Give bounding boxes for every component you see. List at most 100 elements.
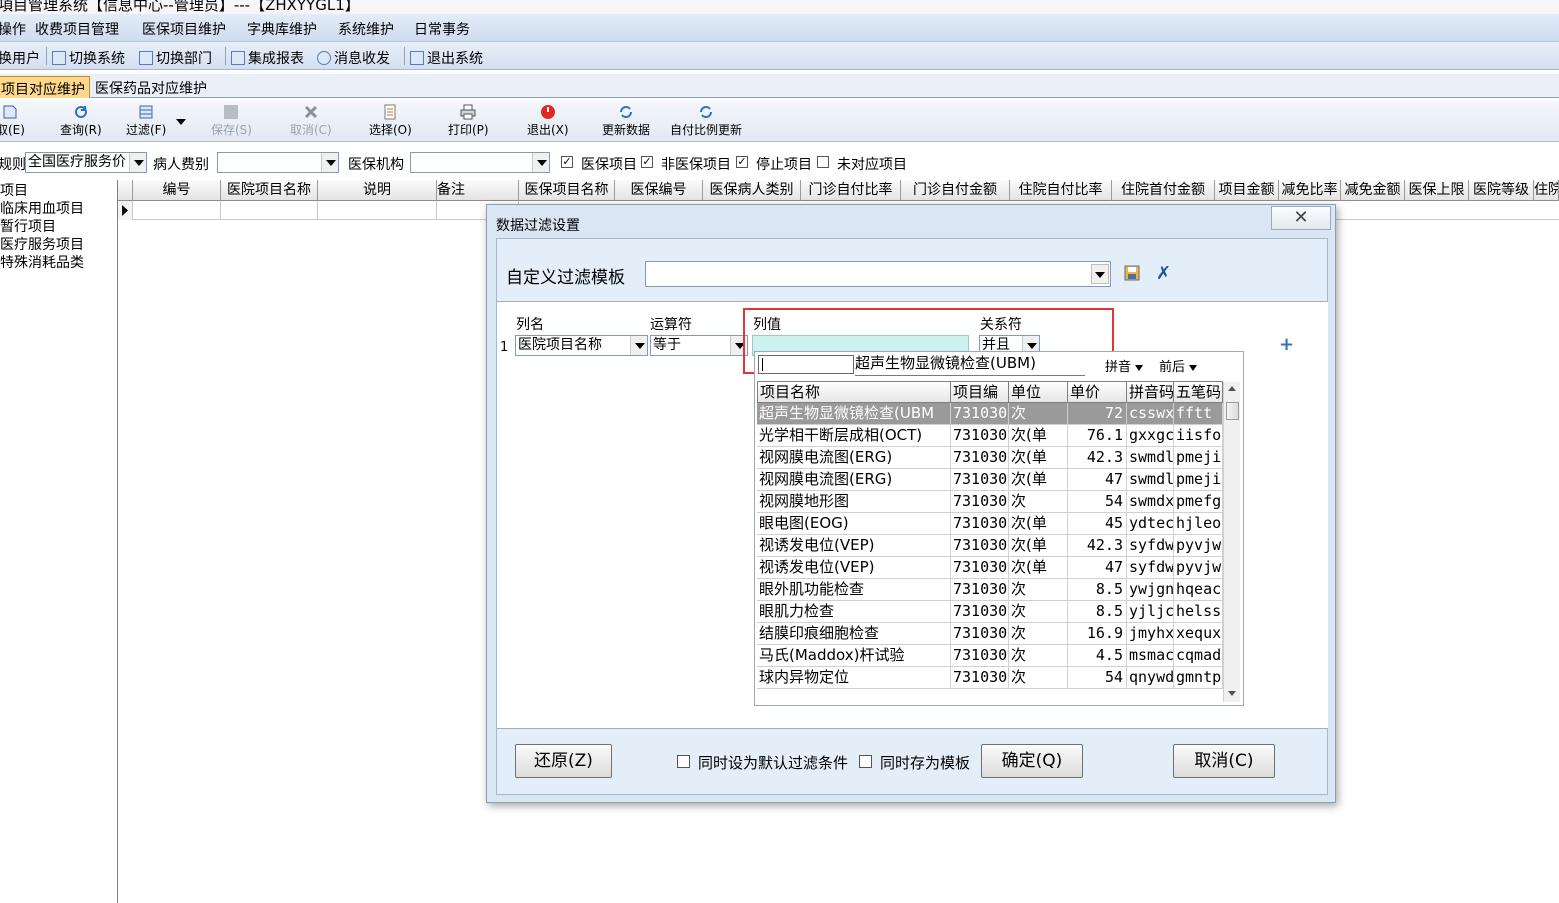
lookup-row[interactable]: 光学相干断层成相(OCT) 731030 次(单 76.1 gxxgc iisfo [757,425,1223,447]
table-cell[interactable] [221,201,318,220]
menu-insurance-items[interactable]: 医保项目维护 [142,19,226,39]
lookup-row[interactable]: 眼电图(EOG) 731030 次(单 45 ydtec hjleo [757,513,1223,535]
column-header[interactable]: 住院自付比率 [1010,180,1112,201]
column-header[interactable]: 项目金额 [1215,180,1279,201]
delete-template-icon[interactable]: ✗ [1156,263,1171,284]
menu-system[interactable]: 系统维护 [338,19,394,39]
menu-dictionary[interactable]: 字典库维护 [247,19,317,39]
column-header[interactable]: 住院 [1534,180,1559,201]
table-cell[interactable] [318,201,437,220]
exit-system-button[interactable]: 退出系统 [410,48,483,68]
cancel-dialog-button[interactable]: 取消(C) [1173,744,1275,778]
close-button[interactable]: ✕ [1271,206,1331,230]
lookup-cell: pmeji [1174,447,1223,469]
patient-fee-select[interactable] [217,152,339,173]
select-button[interactable]: 选择(O) [369,104,412,138]
insurance-org-select[interactable] [410,152,550,173]
save-button[interactable]: 保存(S) [211,104,252,138]
insured-checkbox[interactable]: ✓ [561,156,573,168]
menu-daily[interactable]: 日常事务 [414,19,470,39]
ok-button[interactable]: 确定(Q) [981,744,1083,778]
column-header[interactable]: 备注 [437,180,519,201]
lookup-row[interactable]: 视网膜电流图(ERG) 731030 次(单 47 swmdl pmeji [757,469,1223,491]
rule-select[interactable]: 全国医疗服务价 [25,152,147,173]
fetch-button[interactable]: 取(E) [0,104,25,138]
column-header[interactable]: 门诊自付金额 [901,180,1010,201]
lookup-row[interactable]: 球内异物定位 731030 次 54 qnywd gmntp [757,667,1223,689]
column-header[interactable]: 医院等级 [1469,180,1534,201]
column-header[interactable]: 医保项目名称 [519,180,615,201]
lookup-row[interactable]: 结膜印痕细胞检查 731030 次 16.9 jmyhx xequx [757,623,1223,645]
filter-dropdown-button[interactable] [176,114,186,128]
pinyin-mode-select[interactable]: 拼音 [1105,356,1144,375]
lookup-column-header[interactable]: 项目名称 [757,381,951,403]
lookup-column-header[interactable]: 单位 [1009,381,1068,403]
scroll-thumb[interactable] [1226,402,1239,420]
lookup-column-header[interactable]: 项目编 [951,381,1009,403]
column-name-select[interactable]: 医院项目名称 [515,335,648,356]
tree-item[interactable]: 暂行项目 [0,216,56,236]
operator-select[interactable]: 等于 [650,335,748,356]
tab-item-mapping[interactable]: 项目对应维护 [0,76,90,98]
lookup-row[interactable]: 视诱发电位(VEP) 731030 次(单 47 syfdw pyvjw [757,557,1223,579]
column-header[interactable]: 门诊自付比率 [801,180,901,201]
reset-button[interactable]: 还原(Z) [515,744,612,778]
column-header[interactable]: 医保编号 [615,180,703,201]
lookup-column-header[interactable]: 拼音码 [1127,381,1174,403]
column-header[interactable]: 医保上限 [1405,180,1469,201]
tree-item[interactable]: 临床用血项目 [0,198,84,218]
tab-drug-mapping[interactable]: 医保药品对应维护 [91,76,211,98]
scroll-up-icon[interactable] [1228,386,1236,391]
unmatched-checkbox[interactable] [817,156,829,168]
add-condition-icon[interactable]: + [1279,334,1294,355]
column-header[interactable]: 医院项目名称 [221,180,318,201]
non-insured-checkbox[interactable]: ✓ [641,156,653,168]
lookup-row[interactable]: 眼肌力检查 731030 次 8.5 yjljc helss [757,601,1223,623]
save-template-checkbox[interactable] [859,755,872,768]
lookup-row[interactable]: 视网膜电流图(ERG) 731030 次(单 42.3 swmdl pmeji [757,447,1223,469]
menu-operation[interactable]: 操作 [0,19,26,39]
lookup-column-header[interactable]: 五笔码 [1174,381,1223,403]
integrated-report-button[interactable]: 集成报表 [231,48,304,68]
lookup-cell: 731030 [951,601,1009,623]
column-header[interactable]: 减免金额 [1341,180,1405,201]
switch-user-button[interactable]: 换用户 [0,48,40,68]
lookup-cell: 731030 [951,557,1009,579]
print-button[interactable]: 打印(P) [448,104,489,138]
column-header[interactable]: 住院首付金额 [1112,180,1215,201]
lookup-search-input[interactable] [758,355,854,374]
lookup-row[interactable]: 视诱发电位(VEP) 731030 次(单 42.3 syfdw pyvjw [757,535,1223,557]
menu-fee-items[interactable]: 收费项目管理 [35,19,119,39]
switch-system-button[interactable]: 切换系统 [52,48,125,68]
column-header[interactable]: 减免比率 [1279,180,1341,201]
column-header[interactable]: 医保病人类别 [703,180,801,201]
lookup-cell: 次(单 [1009,469,1068,491]
save-template-icon[interactable] [1124,265,1140,281]
update-data-button[interactable]: 更新数据 [602,104,650,138]
template-select[interactable] [645,261,1111,287]
window-title-bar: 項目管理系统【信息中心--管理员】---【ZHXYYGL1】 [0,0,1559,14]
lookup-row[interactable]: 视网膜地形图 731030 次 54 swmdx pmefg [757,491,1223,513]
tree-item[interactable]: 医疗服务项目 [0,234,84,254]
scroll-down-icon[interactable] [1228,691,1236,696]
cancel-button[interactable]: 取消(C) [290,104,332,138]
table-cell[interactable] [133,201,221,220]
match-mode-select[interactable]: 前后 [1159,356,1198,375]
column-header[interactable]: 说明 [318,180,437,201]
switch-department-button[interactable]: 切换部门 [139,48,212,68]
update-self-pay-ratio-button[interactable]: 自付比例更新 [670,104,742,138]
default-filter-checkbox[interactable] [677,755,690,768]
lookup-row[interactable]: 超声生物显微镜检查(UBM 731030 次 72 csswx fftt [757,403,1223,425]
filter-button[interactable]: 过滤(F) [126,104,166,138]
query-button[interactable]: 查询(R) [60,104,102,138]
lookup-row[interactable]: 马氏(Maddox)杆试验 731030 次 4.5 msmac cqmad [757,645,1223,667]
messages-button[interactable]: 消息收发 [317,48,390,68]
lookup-row[interactable]: 眼外肌功能检查 731030 次 8.5 ywjgn hqeac [757,579,1223,601]
column-header[interactable]: 编号 [133,180,221,201]
lookup-column-header[interactable]: 单价 [1068,381,1127,403]
lookup-scrollbar[interactable] [1223,382,1240,702]
exit-button[interactable]: 退出(X) [527,104,569,138]
stopped-checkbox[interactable]: ✓ [736,156,748,168]
tree-item[interactable]: 特殊消耗品类 [0,252,84,272]
tree-item[interactable]: 项目 [0,180,28,200]
